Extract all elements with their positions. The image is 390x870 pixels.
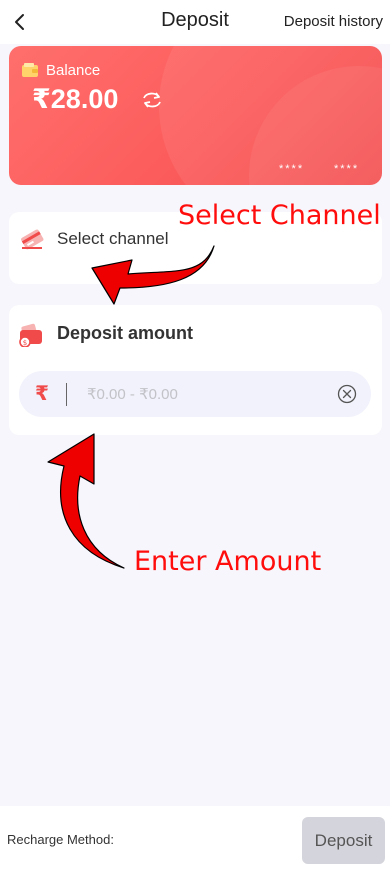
clear-circle-icon[interactable] xyxy=(337,384,357,404)
recharge-method-label: Recharge Method: xyxy=(7,832,114,847)
balance-card: Balance ₹28.00 **** **** xyxy=(9,46,382,185)
amount-input[interactable] xyxy=(87,383,317,405)
annotation-arrow-icon xyxy=(91,245,215,305)
rupee-icon: ₹ xyxy=(35,383,49,405)
refresh-icon[interactable] xyxy=(140,89,164,111)
masked-card-number: **** xyxy=(334,163,360,175)
deposit-button[interactable]: Deposit xyxy=(302,817,385,864)
input-divider xyxy=(66,383,67,406)
enter-amount-annotation: Enter Amount xyxy=(134,546,322,577)
deposit-amount-title: Deposit amount xyxy=(57,323,194,343)
deposit-history-link[interactable]: Deposit history xyxy=(284,13,383,30)
wallet-coin-icon: $ xyxy=(19,323,42,347)
svg-text:$: $ xyxy=(23,339,27,347)
masked-card-number: **** xyxy=(279,163,305,175)
wallet-icon xyxy=(22,63,38,77)
footer-bar: Recharge Method: Deposit xyxy=(0,806,390,870)
amount-input-container: ₹ xyxy=(19,371,371,417)
balance-label: Balance xyxy=(46,62,101,79)
header-bar: Deposit Deposit history xyxy=(0,0,390,44)
balance-amount: ₹28.00 xyxy=(32,84,119,114)
select-channel-annotation: Select Channel xyxy=(178,200,381,231)
annotation-arrow-icon xyxy=(47,433,125,569)
deposit-amount-card: $ Deposit amount ₹ xyxy=(9,305,382,435)
card-icon xyxy=(21,229,44,250)
